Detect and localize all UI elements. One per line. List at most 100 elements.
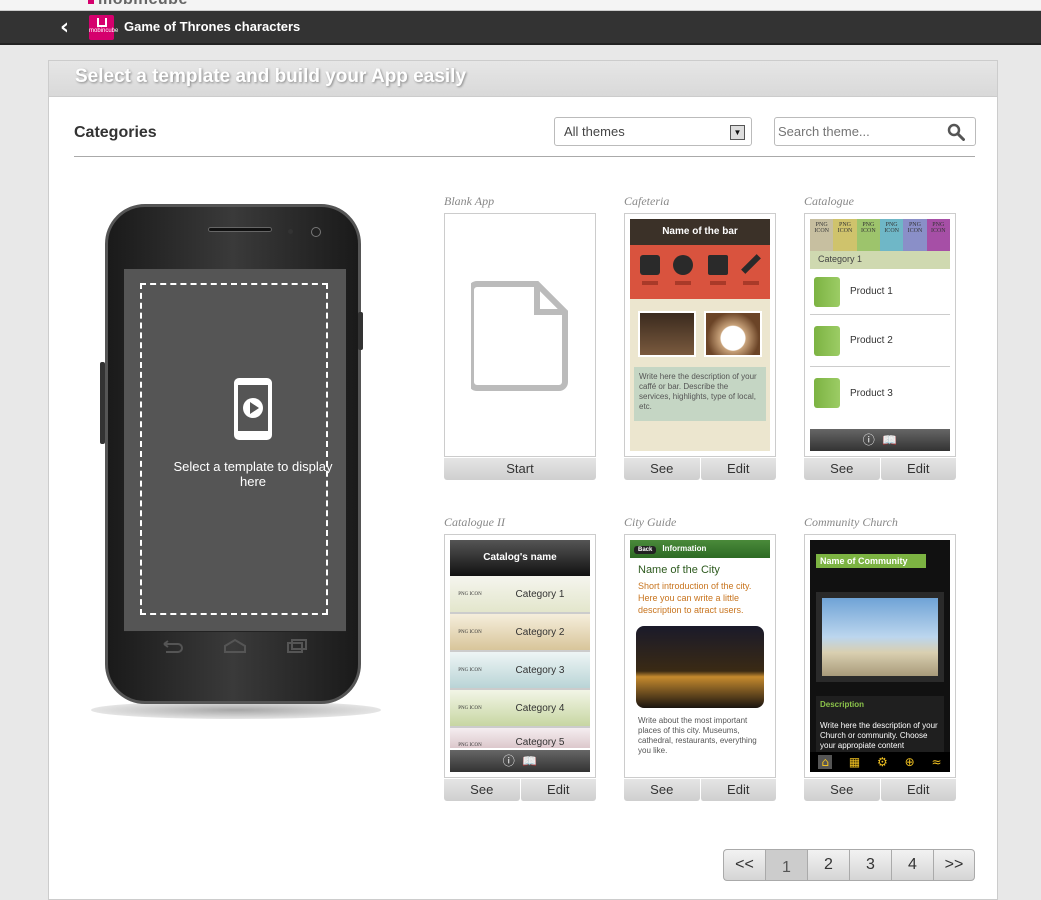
template-thumbnail[interactable]: Catalog's name PNG ICON Category 1 PNG IC… — [444, 534, 596, 778]
start-button[interactable]: Start — [444, 458, 596, 480]
see-button[interactable]: See — [444, 779, 520, 801]
catalogue-ii-header: Catalog's name — [450, 540, 590, 576]
back-button: Back — [634, 546, 657, 554]
church-image — [822, 598, 938, 676]
search-input[interactable] — [775, 118, 945, 145]
template-name: Catalogue II — [444, 515, 505, 529]
page-3-button[interactable]: 3 — [849, 849, 891, 881]
info-icon: ⓘ — [862, 433, 875, 447]
categories-title: Categories — [74, 124, 157, 141]
info-book-toolbar: ⓘ 📖 — [450, 750, 590, 772]
top-bar: ‹ mobincube Game of Thrones characters — [0, 11, 1041, 45]
info-book-toolbar: ⓘ 📖 — [810, 429, 950, 451]
catalogue-icon-strip: PNG ICON PNG ICON PNG ICON PNG ICON PNG … — [810, 219, 950, 251]
page-2-button[interactable]: 2 — [807, 849, 849, 881]
list-item: PNG ICON Category 1 — [450, 576, 590, 614]
community-name: Name of Community — [816, 554, 926, 568]
template-card-city-guide[interactable]: City Guide Back Information Name of the C… — [624, 515, 776, 801]
panel-heading: Select a template and build your App eas… — [49, 61, 997, 97]
template-card-blank-app[interactable]: Blank App Start — [444, 194, 596, 480]
list-item: PNG ICON Category 2 — [450, 614, 590, 652]
page-1-button[interactable]: 1 — [765, 849, 807, 881]
template-thumbnail[interactable]: Back Information Name of the City Short i… — [624, 534, 776, 778]
template-card-catalogue-ii[interactable]: Catalogue II Catalog's name PNG ICON Cate… — [444, 515, 596, 801]
cafeteria-icons — [640, 254, 761, 285]
camera-icon — [311, 227, 321, 237]
search-icon[interactable] — [947, 123, 965, 141]
list-item: Product 1 — [810, 269, 950, 315]
product-name: Product 2 — [850, 335, 893, 346]
template-thumbnail[interactable]: PNG ICON PNG ICON PNG ICON PNG ICON PNG … — [804, 213, 956, 457]
png-icon-tile: PNG ICON — [856, 219, 880, 251]
phone-sensor — [288, 229, 293, 234]
church-preview: Name of Community Description Write here … — [810, 540, 950, 772]
template-card-community-church[interactable]: Community Church Name of Community Descr… — [804, 515, 956, 801]
search-box[interactable] — [774, 117, 976, 146]
theme-select[interactable]: All themes ▼ — [554, 117, 752, 146]
browser-top-strip: mobincube — [0, 0, 1041, 11]
first-page-button[interactable]: << — [723, 849, 765, 881]
back-arrow-icon[interactable]: ‹ — [60, 17, 80, 39]
last-page-button[interactable]: >> — [933, 849, 975, 881]
see-button[interactable]: See — [804, 458, 880, 480]
template-thumbnail[interactable]: Name of the bar Write here the descripti… — [624, 213, 776, 457]
png-icon-tile: PNG ICON — [833, 219, 857, 251]
edit-button[interactable]: Edit — [699, 458, 776, 480]
brand-name: mobincube — [88, 0, 188, 9]
category-name: Category 4 — [515, 702, 565, 714]
home-icon: ⌂ — [818, 755, 833, 769]
edit-button[interactable]: Edit — [519, 779, 596, 801]
list-item: PNG ICON Category 5 — [450, 728, 590, 748]
logo-text: mobincube — [89, 28, 119, 34]
see-button[interactable]: See — [804, 779, 880, 801]
chevron-down-icon[interactable]: ▼ — [730, 125, 745, 140]
preview-message: Select a template to display here — [173, 459, 333, 489]
blank-document-icon — [471, 281, 568, 391]
book-icon: 📖 — [882, 433, 898, 447]
coffee-cup-image — [704, 311, 762, 357]
church-description: Write here the description of your Churc… — [820, 721, 938, 750]
list-item: PNG ICON Category 4 — [450, 690, 590, 728]
description-title: Description — [820, 700, 865, 709]
city-description: Write about the most important places of… — [638, 716, 757, 755]
phone-preview: Select a template to display here — [91, 204, 381, 719]
city-night-image — [636, 626, 764, 708]
rss-icon: ≈ — [931, 755, 942, 769]
template-card-cafeteria[interactable]: Cafeteria Name of the bar Write here the… — [624, 194, 776, 480]
phone-screen: Select a template to display here — [124, 269, 346, 631]
see-button[interactable]: See — [624, 779, 700, 801]
see-button[interactable]: See — [624, 458, 700, 480]
png-icon-tile: PNG ICON — [926, 219, 950, 251]
city-name: Name of the City — [638, 564, 720, 576]
template-name: City Guide — [624, 515, 677, 529]
category-name: Category 5 — [515, 737, 565, 748]
product-box-icon — [814, 276, 840, 307]
list-item: Product 3 — [810, 367, 950, 419]
template-thumbnail[interactable]: Name of Community Description Write here … — [804, 534, 956, 778]
edit-button[interactable]: Edit — [879, 458, 956, 480]
phone-body: Select a template to display here — [105, 204, 361, 704]
template-thumbnail[interactable] — [444, 213, 596, 457]
cafe-interior-image — [638, 311, 696, 357]
png-icon-label: PNG ICON — [458, 591, 482, 597]
png-icon-tile: PNG ICON — [810, 219, 834, 251]
png-icon-tile: PNG ICON — [879, 219, 904, 251]
png-icon-label: PNG ICON — [458, 705, 482, 711]
png-icon-label: PNG ICON — [458, 667, 482, 673]
png-icon-label: PNG ICON — [458, 743, 482, 748]
catalogue-preview: PNG ICON PNG ICON PNG ICON PNG ICON PNG … — [810, 219, 950, 451]
drop-area: Select a template to display here — [140, 283, 332, 615]
page-4-button[interactable]: 4 — [891, 849, 933, 881]
volume-button — [100, 362, 105, 444]
template-card-catalogue[interactable]: Catalogue PNG ICON PNG ICON PNG ICON PNG… — [804, 194, 956, 480]
softkey-icons — [163, 638, 307, 653]
cafeteria-preview: Name of the bar Write here the descripti… — [630, 219, 770, 451]
cafeteria-icon-bar — [630, 245, 770, 299]
list-item: PNG ICON Category 3 — [450, 652, 590, 690]
city-guide-preview: Back Information Name of the City Short i… — [630, 540, 770, 772]
edit-button[interactable]: Edit — [879, 779, 956, 801]
info-icon: ⓘ — [502, 754, 515, 768]
edit-button[interactable]: Edit — [699, 779, 776, 801]
power-button — [358, 312, 363, 350]
speaker-grille — [208, 227, 272, 232]
